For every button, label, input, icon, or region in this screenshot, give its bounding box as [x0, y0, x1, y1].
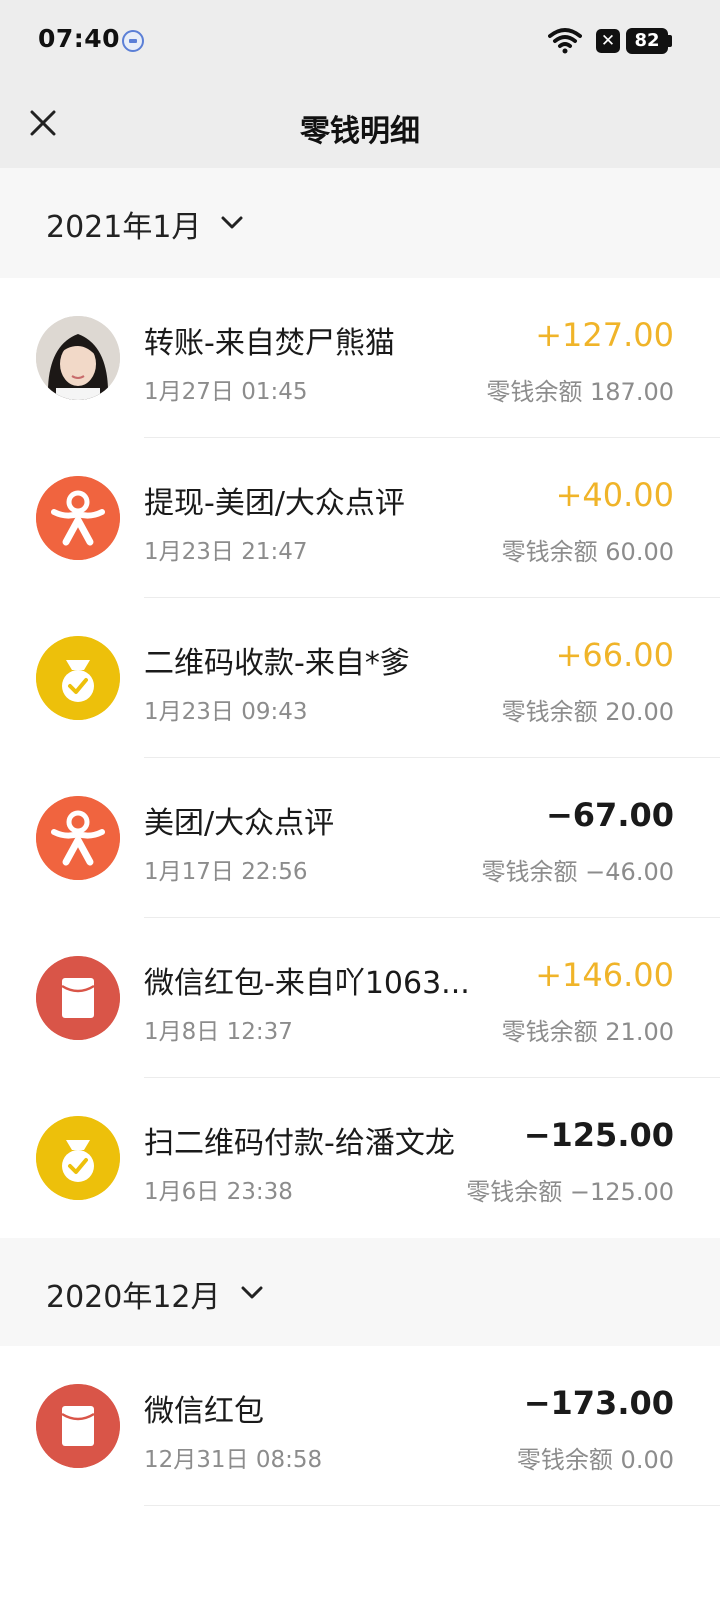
qr-money-bag-icon — [36, 636, 120, 720]
balance-after: 零钱余额 0.00 — [516, 1446, 674, 1474]
month-selector-2021-01[interactable]: 2021年1月 — [0, 168, 720, 278]
app-notification-icon — [122, 30, 144, 52]
wifi-icon — [548, 28, 582, 54]
transaction-row[interactable]: 美团/大众点评 1月17日 22:56 −67.00 零钱余额 −46.00 — [0, 758, 720, 918]
transaction-title: 扫二维码付款-给潘文龙 — [144, 1126, 455, 1161]
transaction-time: 1月27日 01:45 — [144, 379, 308, 405]
balance-after: 零钱余额 −125.00 — [466, 1178, 674, 1206]
transaction-time: 1月23日 09:43 — [144, 699, 308, 725]
transaction-row[interactable]: 微信红包 12月31日 08:58 −173.00 零钱余额 0.00 — [0, 1346, 720, 1506]
transaction-title: 转账-来自焚尸熊猫 — [144, 326, 395, 361]
meituan-icon — [36, 476, 120, 560]
balance-after: 零钱余额 60.00 — [501, 538, 674, 566]
nav-bar: 零钱明细 — [0, 82, 720, 168]
transaction-amount: +146.00 — [535, 956, 674, 994]
month-label: 2021年1月 — [46, 210, 202, 245]
close-box-status-icon: ✕ — [596, 29, 620, 53]
transaction-amount: +40.00 — [555, 476, 674, 514]
status-bar: 07:40 ✕ 82 — [0, 0, 720, 82]
meituan-icon — [36, 796, 120, 880]
red-packet-icon — [36, 1384, 120, 1468]
transaction-time: 1月17日 22:56 — [144, 859, 308, 885]
status-time: 07:40 — [38, 24, 121, 53]
transaction-title: 美团/大众点评 — [144, 806, 335, 841]
transaction-row[interactable]: 微信红包-来自吖1063... 1月8日 12:37 +146.00 零钱余额 … — [0, 918, 720, 1078]
chevron-down-icon — [241, 1286, 263, 1299]
transaction-title: 提现-美团/大众点评 — [144, 486, 405, 521]
transaction-time: 1月23日 21:47 — [144, 539, 308, 565]
balance-after: 零钱余额 −46.00 — [481, 858, 674, 886]
transaction-row[interactable]: 转账-来自焚尸熊猫 1月27日 01:45 +127.00 零钱余额 187.0… — [0, 278, 720, 438]
month-selector-2020-12[interactable]: 2020年12月 — [0, 1238, 720, 1346]
transaction-title: 微信红包 — [144, 1394, 264, 1429]
transaction-time: 12月31日 08:58 — [144, 1447, 323, 1473]
page-title: 零钱明细 — [300, 114, 420, 149]
balance-after: 零钱余额 20.00 — [501, 698, 674, 726]
transaction-row[interactable]: 扫二维码付款-给潘文龙 1月6日 23:38 −125.00 零钱余额 −125… — [0, 1078, 720, 1238]
transaction-row[interactable]: 二维码收款-来自*爹 1月23日 09:43 +66.00 零钱余额 20.00 — [0, 598, 720, 758]
transaction-amount: +66.00 — [555, 636, 674, 674]
transaction-title: 微信红包-来自吖1063... — [144, 966, 470, 1001]
transaction-amount: −67.00 — [545, 796, 674, 834]
transaction-amount: −173.00 — [523, 1384, 674, 1422]
user-photo-avatar — [36, 316, 120, 400]
transaction-time: 1月8日 12:37 — [144, 1019, 293, 1045]
red-packet-icon — [36, 956, 120, 1040]
balance-after: 零钱余额 21.00 — [501, 1018, 674, 1046]
battery-cap — [668, 35, 672, 47]
transaction-amount: +127.00 — [535, 316, 674, 354]
balance-after: 零钱余额 187.00 — [486, 378, 674, 406]
transaction-amount: −125.00 — [523, 1116, 674, 1154]
qr-money-bag-icon — [36, 1116, 120, 1200]
divider — [144, 1505, 720, 1506]
transaction-time: 1月6日 23:38 — [144, 1179, 293, 1205]
transaction-row[interactable]: 提现-美团/大众点评 1月23日 21:47 +40.00 零钱余额 60.00 — [0, 438, 720, 598]
month-label: 2020年12月 — [46, 1280, 221, 1315]
battery-indicator: 82 — [626, 28, 668, 54]
transaction-title: 二维码收款-来自*爹 — [144, 646, 410, 681]
chevron-down-icon — [221, 216, 243, 229]
